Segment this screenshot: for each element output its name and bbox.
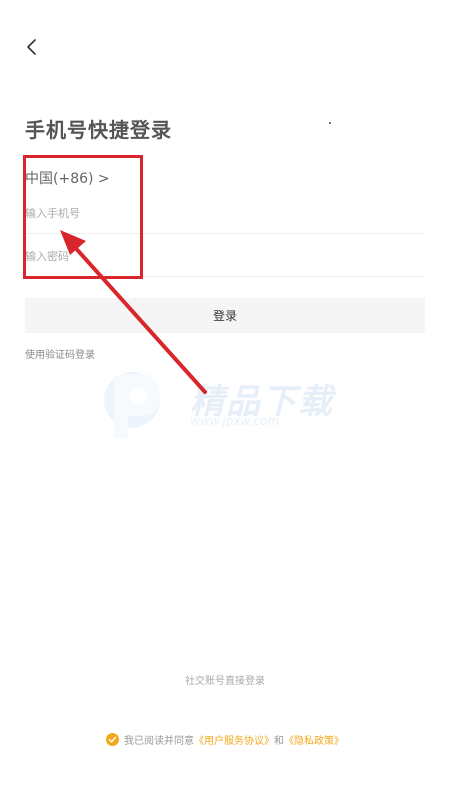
social-login-label[interactable]: 社交账号直接登录 xyxy=(0,672,450,687)
watermark-url: www.jpxw.com xyxy=(190,414,280,428)
page-title: 手机号快捷登录 xyxy=(25,118,172,142)
back-button[interactable] xyxy=(18,32,48,62)
user-agreement-link[interactable]: 《用户服务协议》 xyxy=(194,732,274,747)
decorative-dot xyxy=(329,122,331,124)
sms-login-link[interactable]: 使用验证码登录 xyxy=(25,346,95,361)
login-screen: 手机号快捷登录 中国(+86) > 登录 使用验证码登录 精品下载 www.jp… xyxy=(0,0,450,800)
agreement-prefix: 我已阅读并同意 xyxy=(124,736,194,747)
watermark-logo-icon xyxy=(104,372,160,438)
login-button[interactable]: 登录 xyxy=(25,298,425,333)
privacy-policy-link[interactable]: 《隐私政策》 xyxy=(284,732,344,747)
checkmark-icon[interactable] xyxy=(106,733,119,746)
annotation-highlight-box xyxy=(23,155,143,279)
chevron-left-icon xyxy=(27,39,36,55)
watermark: 精品下载 www.jpxw.com xyxy=(100,360,360,450)
agreement-conjunction: 和 xyxy=(274,736,284,747)
agreement-row: 我已阅读并同意 《用户服务协议》 和 《隐私政策》 xyxy=(0,732,450,747)
